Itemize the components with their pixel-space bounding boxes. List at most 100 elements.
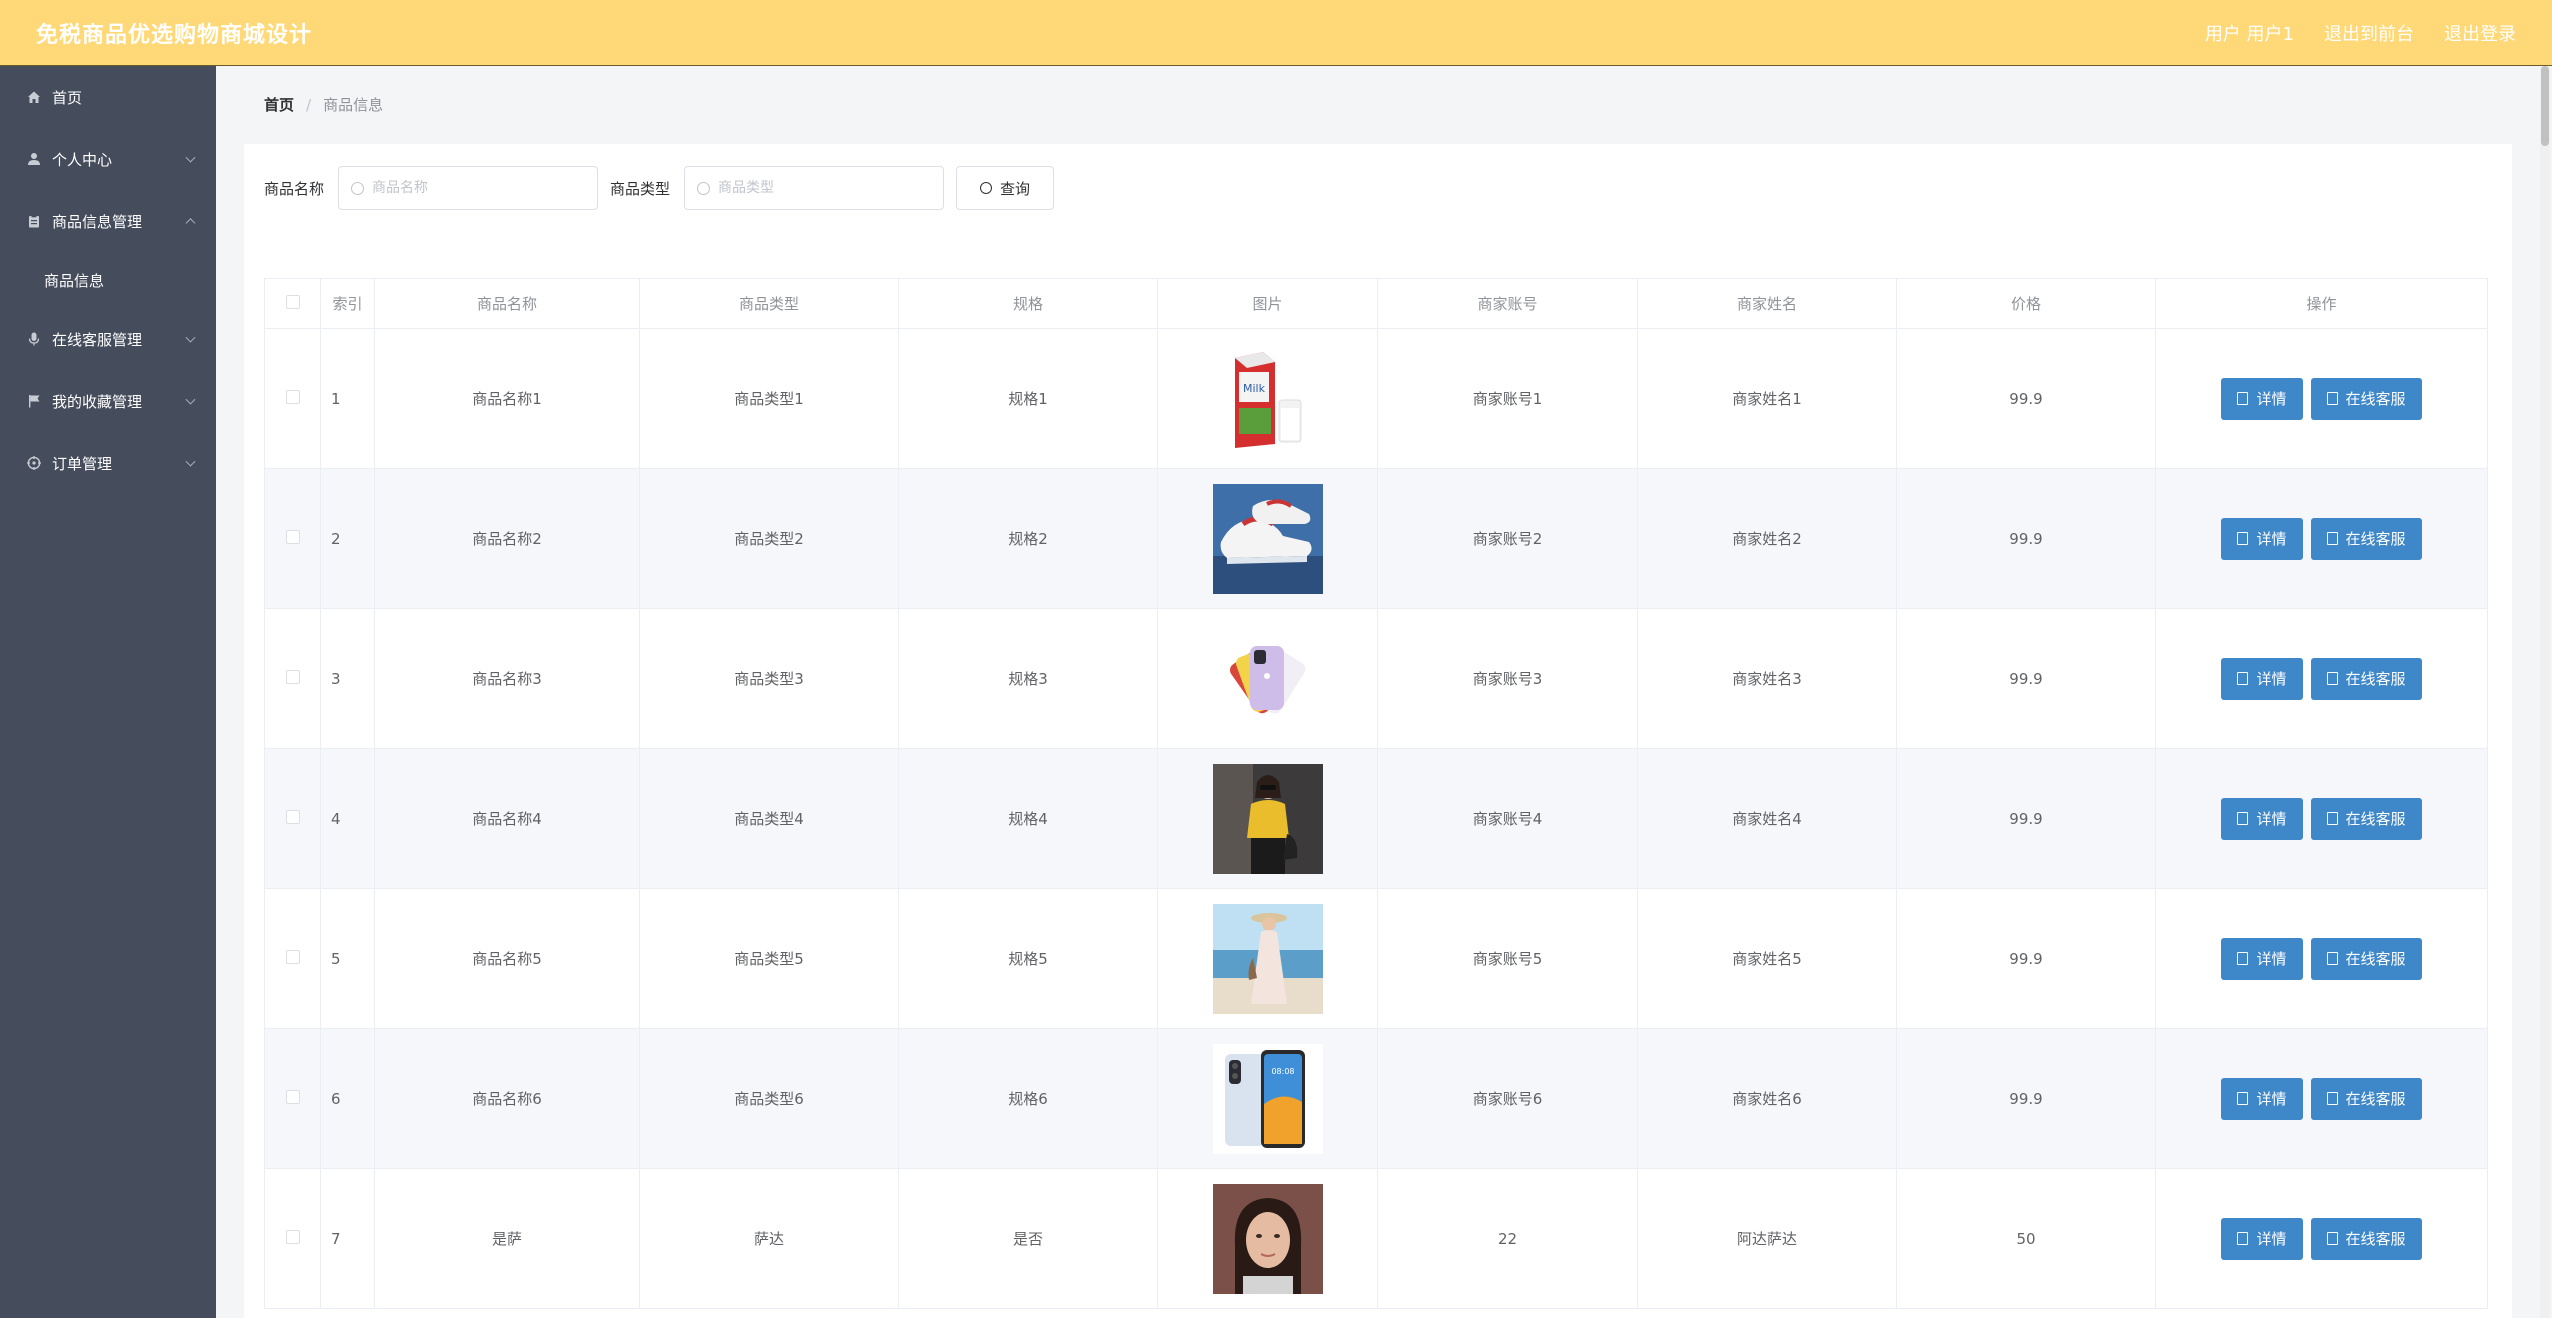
actions-cell: 详情 在线客服 [2155, 468, 2488, 609]
online-service-button[interactable]: 在线客服 [2310, 1077, 2422, 1120]
detail-button[interactable]: 详情 [2221, 1217, 2303, 1260]
header-links: 用户 用户1 退出到前台 退出登录 [2205, 20, 2516, 46]
back-to-front-link[interactable]: 退出到前台 [2324, 20, 2414, 46]
product-image [1212, 763, 1323, 874]
online-service-button-label: 在线客服 [2345, 1090, 2406, 1108]
app-title: 免税商品优选购物商城设计 [36, 22, 313, 48]
document-icon [2326, 672, 2338, 685]
column-header: 操作 [2155, 278, 2488, 329]
image-cell [1157, 748, 1378, 889]
sidebar-item-customer-service[interactable]: 在线客服管理 [0, 308, 216, 370]
sidebar-item-label: 我的收藏管理 [52, 392, 143, 411]
online-service-button[interactable]: 在线客服 [2310, 657, 2422, 700]
detail-button[interactable]: 详情 [2221, 797, 2303, 840]
product-image [1212, 623, 1323, 734]
table-header-row: 索引 商品名称 商品类型 规格 图片 商家账号 商家姓名 价格 操作 [264, 278, 2488, 329]
row-checkbox[interactable] [285, 809, 300, 824]
column-header: 商品类型 [639, 278, 899, 329]
column-header: 索引 [320, 278, 375, 329]
row-checkbox[interactable] [285, 669, 300, 684]
product-type-cell: 商品类型1 [639, 328, 899, 469]
online-service-button[interactable]: 在线客服 [2310, 1217, 2422, 1260]
merchant-account-cell: 商家账号5 [1377, 888, 1638, 1029]
sidebar-item-product-management[interactable]: 商品信息管理 [0, 190, 216, 252]
actions-cell: 详情 在线客服 [2155, 1028, 2488, 1169]
product-name-cell: 商品名称2 [374, 468, 640, 609]
select-all-checkbox[interactable] [285, 294, 300, 309]
product-table: 索引 商品名称 商品类型 规格 图片 商家账号 商家姓名 价格 操作 1 商品名称… [264, 278, 2488, 1309]
detail-button[interactable]: 详情 [2221, 517, 2303, 560]
document-icon [2237, 952, 2249, 965]
row-checkbox[interactable] [285, 1229, 300, 1244]
merchant-name-cell: 商家姓名1 [1637, 328, 1897, 469]
price-cell: 50 [1896, 1168, 2156, 1309]
microphone-icon [26, 331, 42, 347]
current-user-link[interactable]: 用户 用户1 [2205, 20, 2294, 46]
row-checkbox[interactable] [285, 949, 300, 964]
detail-button[interactable]: 详情 [2221, 657, 2303, 700]
product-name-field[interactable] [338, 166, 599, 210]
detail-button[interactable]: 详情 [2221, 377, 2303, 420]
product-type-input[interactable] [718, 180, 919, 196]
price-cell: 99.9 [1896, 1028, 2156, 1169]
online-service-button[interactable]: 在线客服 [2310, 937, 2422, 980]
row-checkbox[interactable] [285, 1089, 300, 1104]
row-select-cell [264, 328, 321, 469]
detail-button[interactable]: 详情 [2221, 1077, 2303, 1120]
online-service-button[interactable]: 在线客服 [2310, 797, 2422, 840]
sidebar-subitem-product-info[interactable]: 商品信息 [0, 252, 216, 308]
breadcrumb-current: 商品信息 [323, 96, 384, 114]
sidebar-item-home[interactable]: 首页 [0, 66, 216, 128]
sidebar-item-favorites[interactable]: 我的收藏管理 [0, 370, 216, 432]
content-panel: 商品名称 商品类型 查询 索引 商品名称 商品类型 [244, 144, 2512, 1318]
actions-cell: 详情 在线客服 [2155, 748, 2488, 889]
product-image: 08:08 [1212, 1043, 1323, 1154]
table-row: 1 商品名称1 商品类型1 规格1 Milk 商家账号1 商家姓名1 99.9 详情 在线客服 [264, 328, 2488, 469]
logout-link[interactable]: 退出登录 [2444, 20, 2516, 46]
vertical-scrollbar[interactable] [2540, 66, 2550, 1318]
spec-cell: 规格1 [898, 328, 1158, 469]
row-select-cell [264, 608, 321, 749]
breadcrumb-home[interactable]: 首页 [264, 94, 294, 115]
spec-cell: 规格6 [898, 1028, 1158, 1169]
product-name-cell: 是萨 [374, 1168, 640, 1309]
online-service-button[interactable]: 在线客服 [2310, 517, 2422, 560]
product-type-field[interactable] [684, 166, 945, 210]
document-icon [2237, 1232, 2249, 1245]
row-index: 4 [320, 748, 375, 889]
clipboard-icon [26, 213, 42, 229]
row-checkbox[interactable] [285, 529, 300, 544]
chevron-down-icon [185, 152, 196, 163]
table-row: 6 商品名称6 商品类型6 规格6 08:08 商家账号6 商家姓名6 99.9 详情 在线客服 [264, 1028, 2488, 1169]
document-icon [2326, 1232, 2338, 1245]
detail-button-label: 详情 [2256, 950, 2287, 968]
product-name-cell: 商品名称6 [374, 1028, 640, 1169]
column-header: 商家姓名 [1637, 278, 1897, 329]
scrollbar-thumb[interactable] [2541, 66, 2549, 146]
table-row: 5 商品名称5 商品类型5 规格5 商家账号5 商家姓名5 99.9 详情 在线客服 [264, 888, 2488, 1029]
price-cell: 99.9 [1896, 468, 2156, 609]
document-icon [2326, 1092, 2338, 1105]
product-type-cell: 商品类型3 [639, 608, 899, 749]
query-button-label: 查询 [1000, 179, 1031, 198]
merchant-account-cell: 商家账号6 [1377, 1028, 1638, 1169]
query-button[interactable]: 查询 [956, 166, 1055, 210]
row-checkbox[interactable] [285, 389, 300, 404]
actions-cell: 详情 在线客服 [2155, 888, 2488, 1029]
document-icon [2237, 532, 2249, 545]
merchant-name-cell: 阿达萨达 [1637, 1168, 1897, 1309]
search-bar: 商品名称 商品类型 查询 [264, 166, 1055, 210]
online-service-button[interactable]: 在线客服 [2310, 377, 2422, 420]
product-name-input[interactable] [372, 180, 573, 196]
document-icon [2237, 672, 2249, 685]
sidebar-item-label: 个人中心 [52, 150, 113, 169]
sidebar-item-orders[interactable]: 订单管理 [0, 432, 216, 494]
sidebar-item-profile[interactable]: 个人中心 [0, 128, 216, 190]
document-icon [2326, 952, 2338, 965]
detail-button[interactable]: 详情 [2221, 937, 2303, 980]
chevron-up-icon [185, 218, 196, 229]
chevron-down-icon [185, 456, 196, 467]
row-select-cell [264, 748, 321, 889]
spec-cell: 规格3 [898, 608, 1158, 749]
spec-cell: 规格2 [898, 468, 1158, 609]
